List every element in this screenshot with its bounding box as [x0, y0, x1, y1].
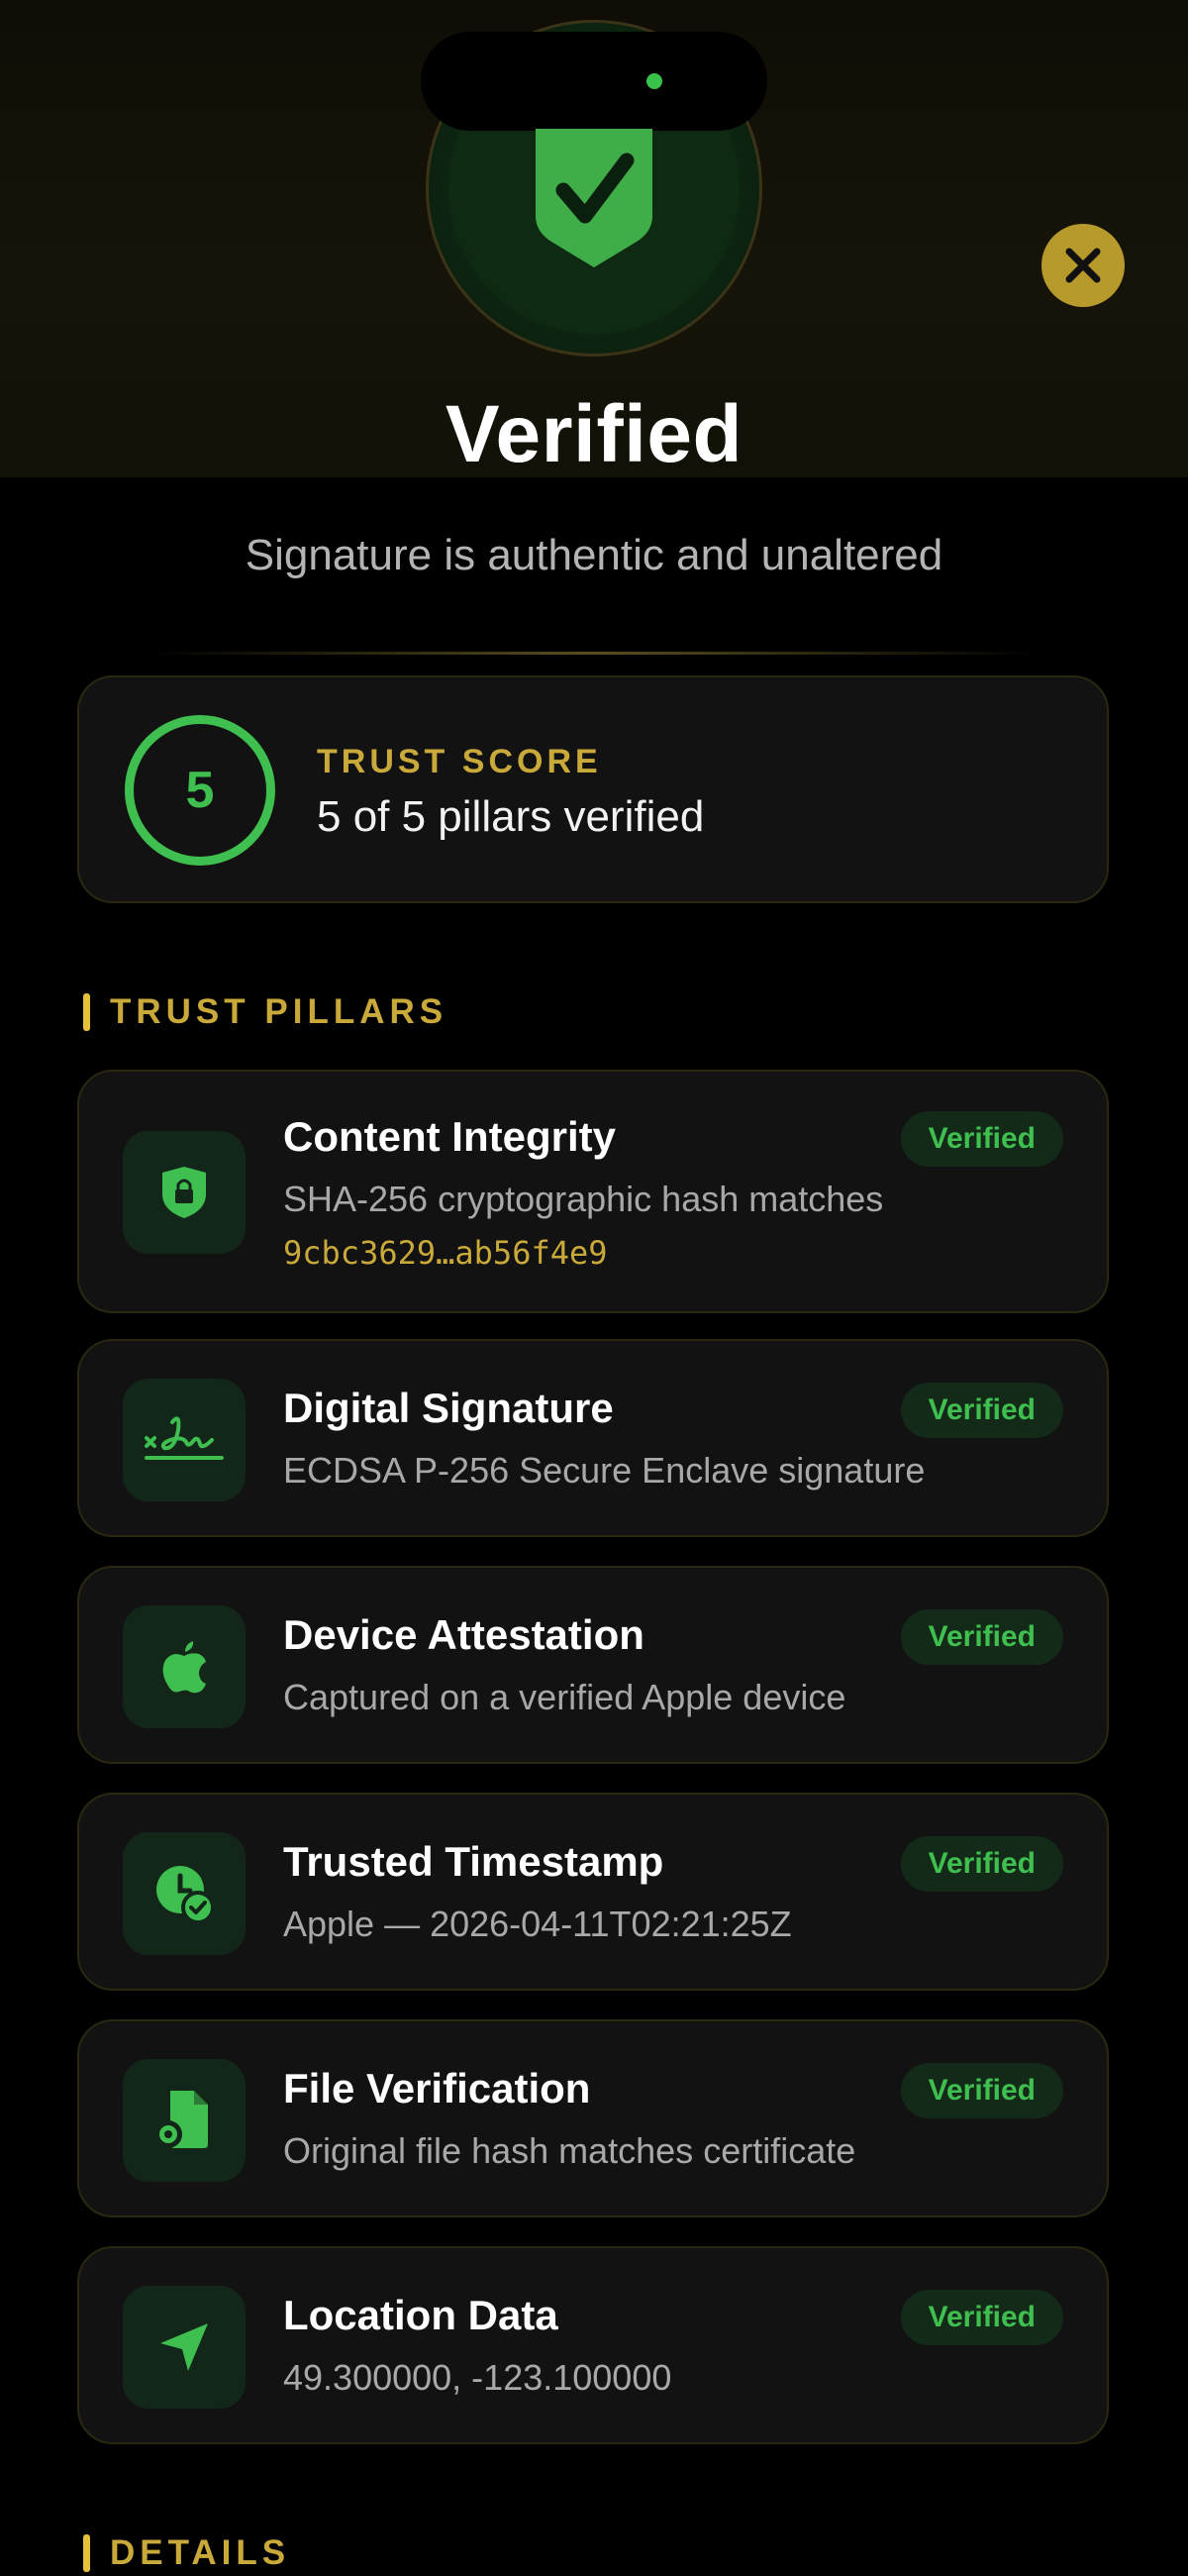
pillar-description: Apple — 2026-04-11T02:21:25Z	[283, 1904, 792, 1944]
close-icon	[1065, 248, 1101, 283]
status-badge: Verified	[900, 1836, 1063, 1892]
pillar-card-device-attestation[interactable]: Device Attestation Captured on a verifie…	[77, 1566, 1109, 1764]
pillar-card-content-integrity[interactable]: Content Integrity SHA-256 cryptographic …	[77, 1070, 1109, 1313]
status-badge: Verified	[900, 1609, 1063, 1665]
file-gear-icon	[123, 2059, 246, 2182]
divider	[148, 652, 1040, 655]
page-subtitle: Signature is authentic and unaltered	[245, 531, 943, 579]
location-arrow-icon	[123, 2286, 246, 2409]
pillar-description: SHA-256 cryptographic hash matches	[283, 1179, 884, 1219]
pillar-description: 49.300000, -123.100000	[283, 2357, 672, 2398]
dynamic-island	[421, 32, 767, 131]
shield-check-icon	[536, 129, 652, 267]
camera-indicator-icon	[646, 73, 662, 89]
pillar-title: Location Data	[283, 2292, 558, 2338]
pillar-title: Trusted Timestamp	[283, 1838, 664, 1885]
signature-icon	[123, 1379, 246, 1501]
trust-score-summary: 5 of 5 pillars verified	[317, 792, 705, 841]
close-button[interactable]	[1041, 224, 1125, 307]
status-badge: Verified	[900, 1111, 1063, 1167]
status-badge: Verified	[900, 2063, 1063, 2118]
section-title: TRUST PILLARS	[110, 992, 448, 1031]
clock-check-icon	[123, 1832, 246, 1955]
pillar-description: Captured on a verified Apple device	[283, 1677, 846, 1717]
trust-score-label: TRUST SCORE	[317, 743, 602, 780]
pillar-description: ECDSA P-256 Secure Enclave signature	[283, 1450, 926, 1491]
trust-score-ring: 5	[125, 715, 275, 866]
pillar-description: Original file hash matches certificate	[283, 2130, 856, 2171]
apple-icon	[123, 1605, 246, 1728]
pillar-card-digital-signature[interactable]: Digital Signature ECDSA P-256 Secure Enc…	[77, 1339, 1109, 1537]
page-title: Verified	[445, 389, 743, 479]
details-header: DETAILS	[83, 2533, 290, 2573]
trust-pillars-header: TRUST PILLARS	[83, 992, 447, 1032]
status-badge: Verified	[900, 1383, 1063, 1438]
pillar-title: Content Integrity	[283, 1113, 616, 1160]
section-title: DETAILS	[110, 2533, 291, 2572]
pillar-hash: 9cbc3629…ab56f4e9	[283, 1234, 608, 1272]
pillar-card-location-data[interactable]: Location Data 49.300000, -123.100000 Ver…	[77, 2246, 1109, 2444]
lock-shield-icon	[123, 1131, 246, 1254]
pillar-title: Device Attestation	[283, 1611, 644, 1658]
status-badge: Verified	[900, 2290, 1063, 2345]
pillar-card-file-verification[interactable]: File Verification Original file hash mat…	[77, 2019, 1109, 2217]
trust-score-card: 5 TRUST SCORE 5 of 5 pillars verified	[77, 675, 1109, 903]
pillar-card-trusted-timestamp[interactable]: Trusted Timestamp Apple — 2026-04-11T02:…	[77, 1793, 1109, 1991]
pillar-title: File Verification	[283, 2065, 591, 2112]
pillar-title: Digital Signature	[283, 1385, 614, 1431]
